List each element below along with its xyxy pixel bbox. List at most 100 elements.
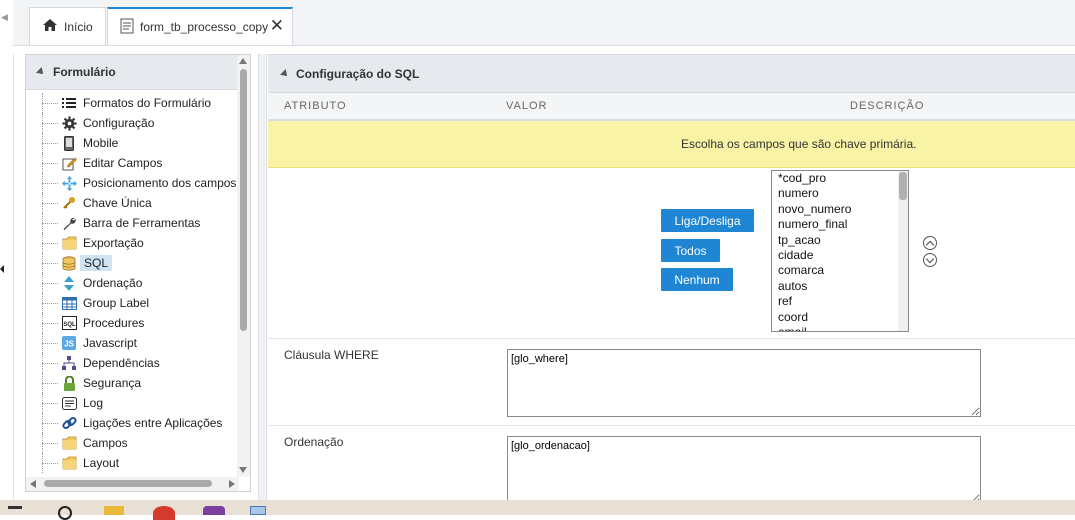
tab-bar: Início form_tb_processo_copy ✕: [13, 0, 1075, 46]
scroll-down-arrow-icon[interactable]: [239, 467, 247, 473]
list-icon: [61, 95, 77, 111]
close-icon[interactable]: ✕: [270, 17, 284, 35]
search-icon[interactable]: [58, 506, 72, 520]
sidebar-item-campos[interactable]: Campos: [26, 433, 238, 453]
log-icon: [61, 395, 77, 411]
main-header[interactable]: Configuração do SQL: [268, 55, 1075, 93]
sidebar-item-group-label[interactable]: Group Label: [26, 293, 238, 313]
where-clause-row: Cláusula WHERE [glo_where]: [268, 339, 1075, 426]
pointer-mark-icon: [0, 265, 4, 273]
panel-splitter[interactable]: [258, 54, 267, 500]
scrollbar-thumb[interactable]: [240, 69, 247, 331]
sidebar-item-javascript[interactable]: JS Javascript: [26, 333, 238, 353]
sidebar-item-ligacoes[interactable]: Ligações entre Aplicações: [26, 413, 238, 433]
sidebar-item-label: Log: [83, 396, 104, 410]
move-down-icon[interactable]: [923, 253, 937, 267]
svg-text:JS: JS: [64, 340, 74, 349]
list-item[interactable]: email: [772, 325, 908, 331]
list-item[interactable]: cidade: [772, 248, 908, 263]
list-item[interactable]: tp_acao: [772, 233, 908, 248]
collapse-arrow-icon[interactable]: ◀: [1, 12, 8, 23]
tab-form-label: form_tb_processo_copy: [140, 20, 269, 34]
sidebar-item-barra-ferramentas[interactable]: Barra de Ferramentas: [26, 213, 238, 233]
app-icon[interactable]: [203, 506, 225, 515]
sidebar-item-label: Mobile: [83, 136, 119, 150]
order-row: Ordenação [glo_ordenacao]: [268, 426, 1075, 501]
sidebar-title: Formulário: [53, 65, 116, 79]
list-item[interactable]: numero_final: [772, 217, 908, 232]
sidebar-item-editar-campos[interactable]: Editar Campos: [26, 153, 238, 173]
list-item[interactable]: ref: [772, 294, 908, 309]
notepad-icon[interactable]: [250, 506, 266, 515]
sidebar-item-label: Ordenação: [83, 276, 143, 290]
list-item[interactable]: novo_numero: [772, 202, 908, 217]
scroll-left-arrow-icon[interactable]: [30, 480, 36, 488]
taskbar: [0, 500, 1075, 520]
gear-icon: [61, 115, 77, 131]
table-icon: [61, 295, 77, 311]
database-icon: [61, 255, 77, 271]
sidebar-item-label: Layout: [83, 456, 120, 470]
tabs-spacer: [13, 46, 1075, 54]
browser-icon[interactable]: [153, 506, 175, 520]
sidebar-item-label: Posicionamento dos campos: [83, 176, 237, 190]
select-all-button[interactable]: Todos: [661, 239, 720, 262]
listbox-scrollbar[interactable]: [898, 171, 908, 331]
sidebar-item-formatos[interactable]: Formatos do Formulário: [26, 93, 238, 113]
order-textarea[interactable]: [glo_ordenacao]: [507, 436, 981, 501]
sidebar-item-layout[interactable]: Layout: [26, 453, 238, 473]
select-none-button[interactable]: Nenhum: [661, 268, 733, 291]
sidebar-horizontal-scrollbar[interactable]: [26, 477, 239, 491]
where-textarea[interactable]: [glo_where]: [507, 349, 981, 417]
sidebar-item-configuracao[interactable]: Configuração: [26, 113, 238, 133]
where-label: Cláusula WHERE: [284, 348, 379, 362]
windows-icon[interactable]: [8, 506, 22, 518]
sidebar-item-procedures[interactable]: SQL Procedures: [26, 313, 238, 333]
svg-text:SQL: SQL: [63, 322, 76, 328]
sidebar-item-posicionamento[interactable]: Posicionamento dos campos: [26, 173, 238, 193]
toggle-button[interactable]: Liga/Desliga: [661, 209, 754, 232]
sidebar-vertical-scrollbar[interactable]: [237, 55, 250, 477]
notice-bar: Escolha os campos que são chave primária…: [268, 121, 1075, 168]
sidebar-item-exportacao[interactable]: Exportação: [26, 233, 238, 253]
list-item[interactable]: comarca: [772, 263, 908, 278]
sidebar-item-label: Group Label: [83, 296, 150, 310]
scroll-right-arrow-icon[interactable]: [229, 480, 235, 488]
sidebar-item-dependencias[interactable]: Dependências: [26, 353, 238, 373]
list-item[interactable]: *cod_pro: [772, 171, 908, 186]
list-item[interactable]: numero: [772, 186, 908, 201]
edit-icon: [61, 155, 77, 171]
scrollbar-thumb[interactable]: [44, 480, 212, 487]
folder-icon: [61, 455, 77, 471]
folder-icon: [61, 235, 77, 251]
sidebar-item-label: Procedures: [83, 316, 145, 330]
column-attribute: ATRIBUTO: [284, 100, 347, 112]
sidebar-item-mobile[interactable]: Mobile: [26, 133, 238, 153]
list-item[interactable]: autos: [772, 279, 908, 294]
sidebar: Formulário Formatos do Formulário Config…: [25, 54, 251, 492]
form-icon: [120, 18, 134, 37]
primary-key-listbox[interactable]: *cod_pro numero novo_numero numero_final…: [771, 170, 909, 332]
tab-home[interactable]: Início: [29, 7, 106, 45]
sort-icon: [61, 275, 77, 291]
order-label: Ordenação: [284, 435, 344, 449]
file-explorer-icon[interactable]: [104, 506, 124, 515]
scroll-up-arrow-icon[interactable]: [239, 58, 247, 64]
wrench-icon: [61, 215, 77, 231]
sidebar-item-ordenacao[interactable]: Ordenação: [26, 273, 238, 293]
notice-text: Escolha os campos que são chave primária…: [681, 137, 917, 151]
sidebar-item-log[interactable]: Log: [26, 393, 238, 413]
collapse-triangle-icon: [280, 68, 290, 79]
move-up-icon[interactable]: [923, 236, 937, 250]
column-header: ATRIBUTO VALOR DESCRIÇÃO: [268, 93, 1075, 121]
scrollbar-thumb[interactable]: [899, 172, 907, 200]
tab-form[interactable]: form_tb_processo_copy ✕: [107, 7, 293, 45]
sidebar-item-chave-unica[interactable]: Chave Única: [26, 193, 238, 213]
page-title: Configuração do SQL: [296, 66, 420, 81]
left-edge-strip: ◀: [0, 0, 14, 500]
list-item[interactable]: coord: [772, 310, 908, 325]
sidebar-item-sql[interactable]: SQL: [26, 253, 238, 273]
sidebar-item-seguranca[interactable]: Segurança: [26, 373, 238, 393]
sidebar-header[interactable]: Formulário: [26, 55, 250, 90]
sidebar-tree: Formatos do Formulário Configuração Mobi…: [26, 93, 238, 473]
